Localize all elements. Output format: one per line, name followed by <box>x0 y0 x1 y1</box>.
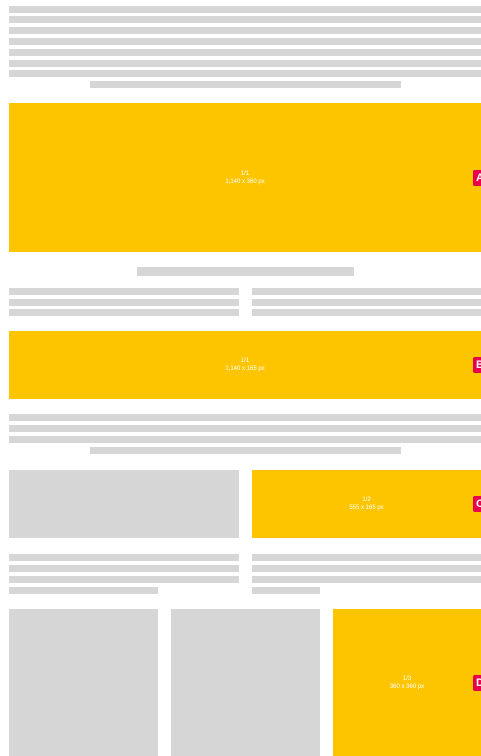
text-line <box>9 425 481 432</box>
text-line <box>9 16 481 23</box>
text-line <box>9 288 239 295</box>
slot-d-ratio: 1/3 <box>402 675 412 682</box>
text-line <box>252 288 481 295</box>
text-line <box>252 309 481 316</box>
heading-placeholder <box>137 267 354 276</box>
slot-b-label: 1/1 1,140 x 165 px <box>225 357 264 373</box>
slot-b-ratio: 1/1 <box>240 358 250 364</box>
text-line <box>9 299 239 306</box>
slot-d-size: 360 x 360 px <box>389 683 425 690</box>
text-line-short <box>9 587 158 594</box>
text-line <box>9 309 239 316</box>
text-line <box>9 38 481 45</box>
ad-slot-c: 1/2 555 x 165 px C <box>252 470 481 538</box>
ad-slot-d: 1/3 360 x 360 px D <box>333 609 481 756</box>
slot-a-ratio: 1/1 <box>240 170 250 177</box>
text-line <box>9 60 481 67</box>
text-line <box>252 554 481 561</box>
slot-a-badge: A <box>473 170 481 186</box>
text-line-short <box>90 447 401 454</box>
slot-d-label: 1/3 360 x 360 px <box>390 675 424 691</box>
text-line <box>9 436 481 443</box>
text-line <box>252 299 481 306</box>
text-line-short <box>252 587 320 594</box>
text-line <box>252 576 481 583</box>
text-line <box>9 414 481 421</box>
ad-slot-a: 1/1 1,140 x 360 px A <box>9 103 481 252</box>
text-line <box>9 49 481 56</box>
text-line <box>9 27 481 34</box>
slot-c-label: 1/2 555 x 165 px <box>349 496 383 512</box>
text-line <box>9 576 239 583</box>
slot-c-size: 555 x 165 px <box>349 505 384 511</box>
image-placeholder <box>171 609 320 756</box>
slot-b-size: 1,140 x 165 px <box>225 366 265 372</box>
text-line-short <box>90 81 401 88</box>
text-line <box>9 70 481 77</box>
slot-b-badge: B <box>473 357 481 373</box>
ad-slot-b: 1/1 1,140 x 165 px B <box>9 331 481 399</box>
image-placeholder <box>9 609 158 756</box>
text-line <box>9 6 481 13</box>
text-line <box>9 565 239 572</box>
slot-a-size: 1,140 x 360 px <box>225 178 265 185</box>
slot-c-ratio: 1/2 <box>362 497 371 503</box>
image-placeholder <box>9 470 239 538</box>
text-line <box>9 554 239 561</box>
slot-d-badge: D <box>473 675 481 691</box>
text-line <box>252 565 481 572</box>
slot-a-label: 1/1 1,140 x 360 px <box>225 170 264 186</box>
slot-c-badge: C <box>473 496 481 512</box>
